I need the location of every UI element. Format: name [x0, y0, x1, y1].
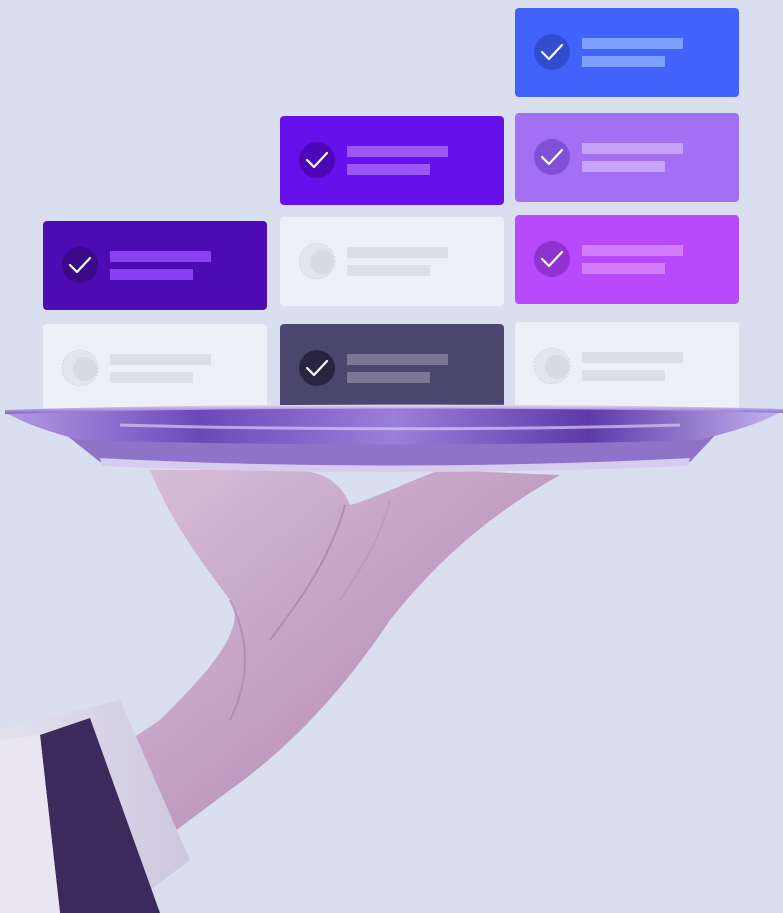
illustration: [0, 0, 783, 913]
tray-and-hand: [0, 404, 783, 913]
hand: [100, 470, 560, 850]
